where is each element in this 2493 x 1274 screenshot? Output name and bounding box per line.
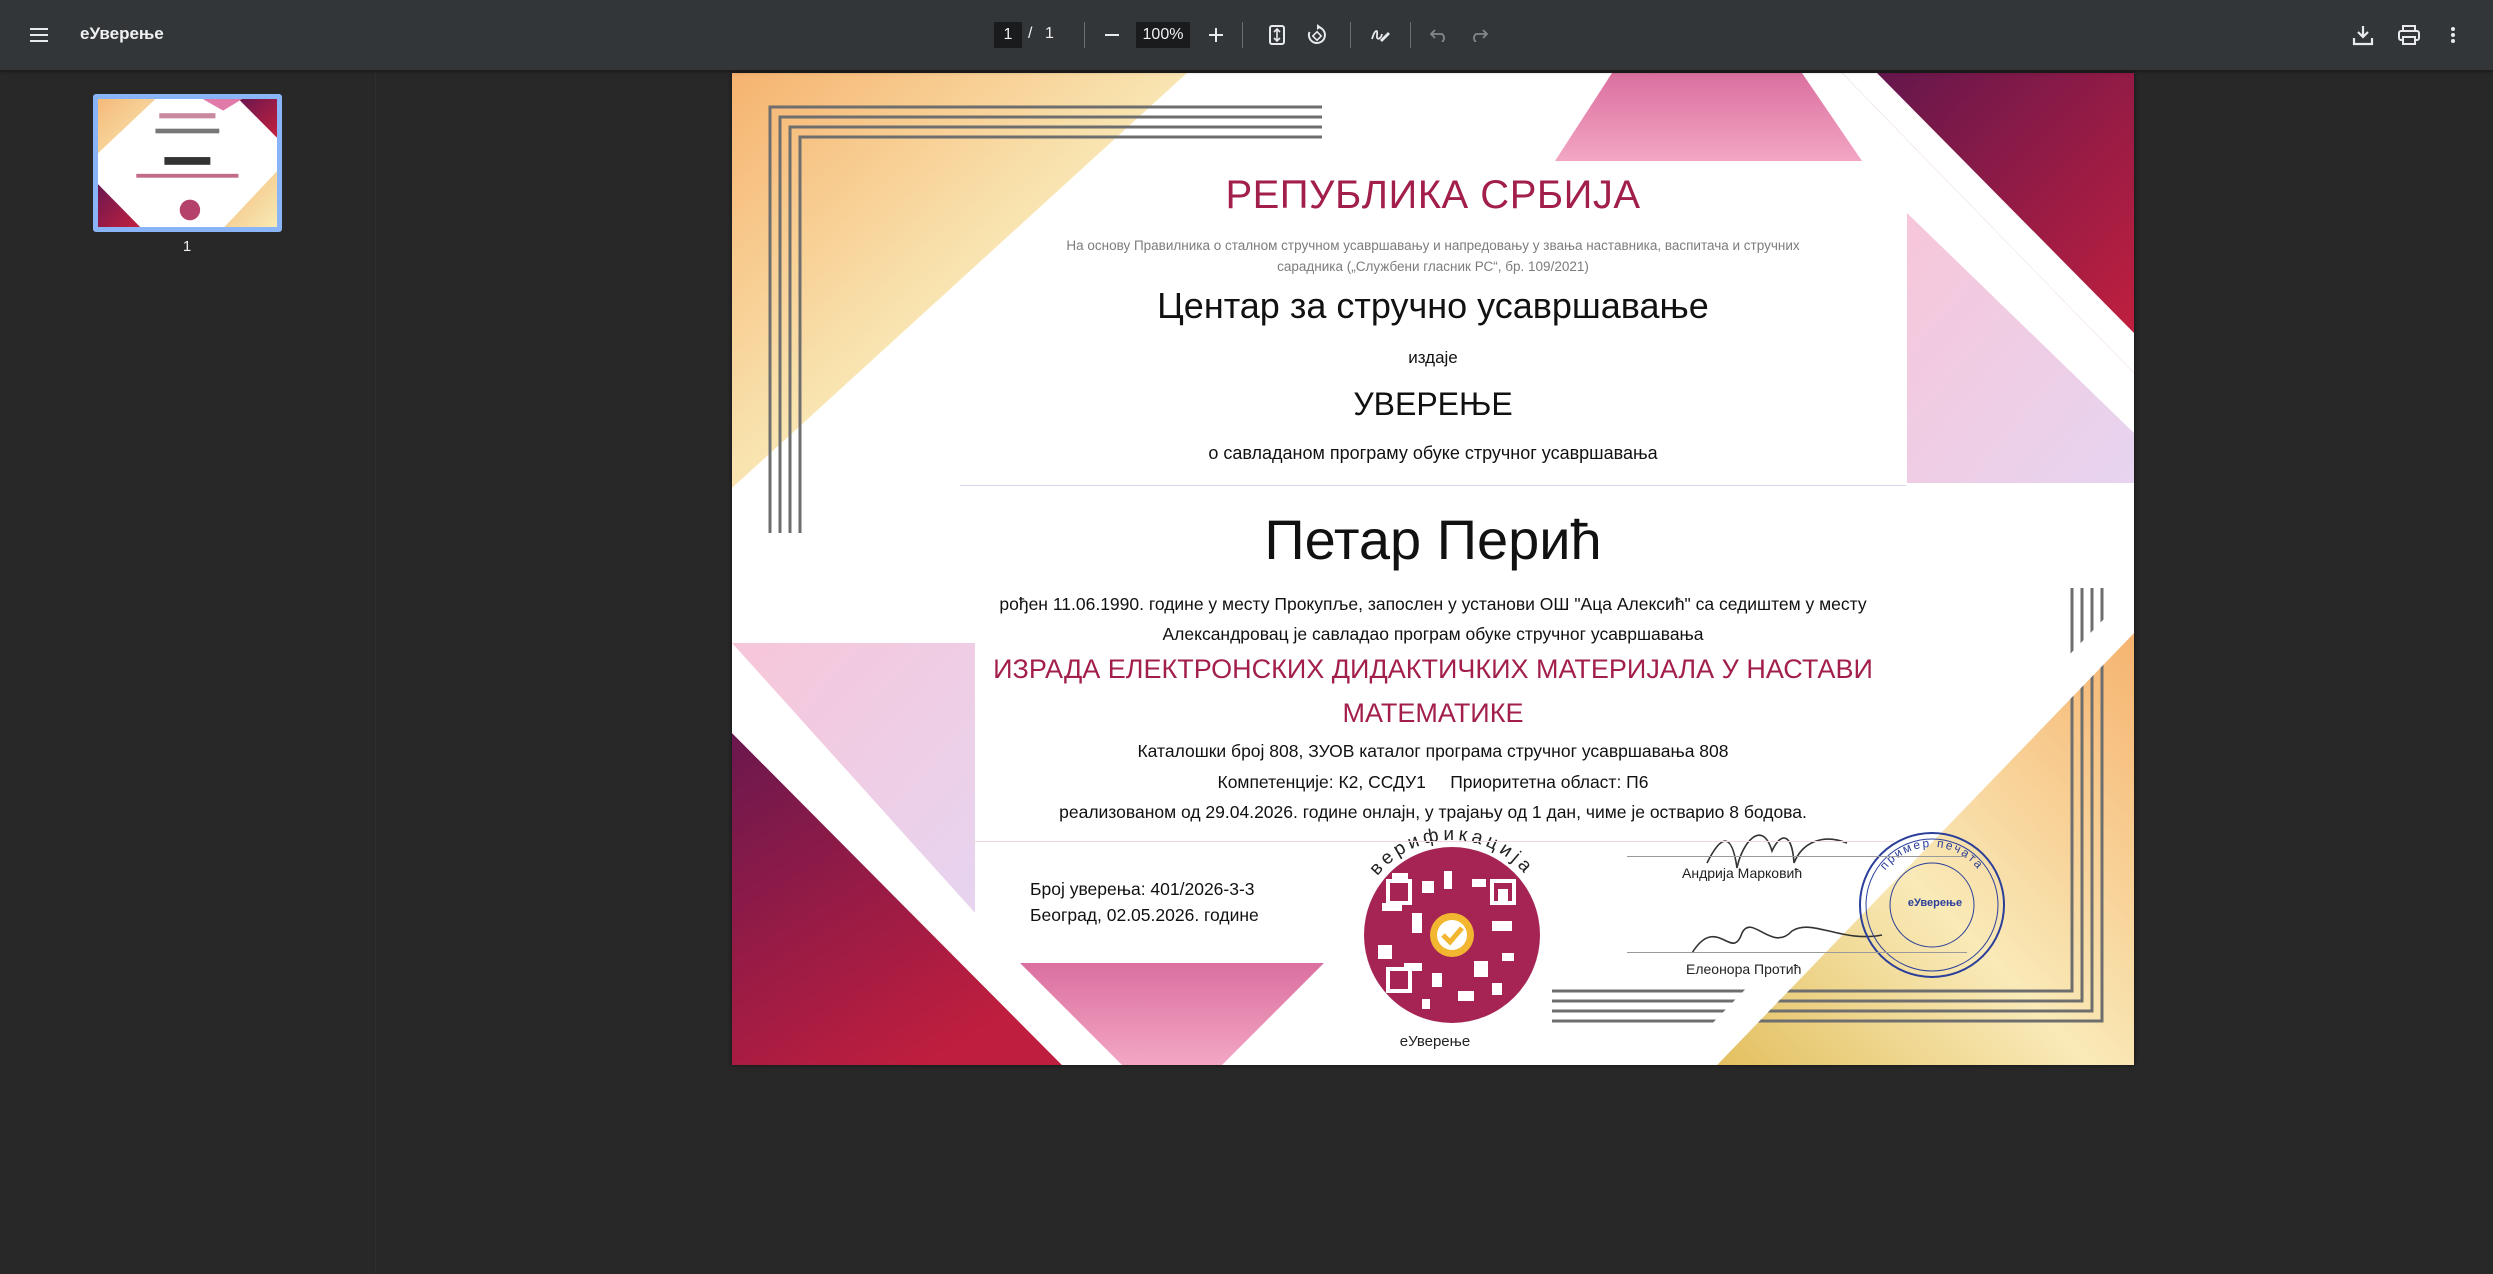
page-thumbnail[interactable] — [93, 94, 282, 232]
toolbar-divider — [1242, 22, 1243, 48]
thumbnail-sidebar: 1 — [0, 70, 376, 1274]
print-button[interactable] — [2392, 17, 2426, 53]
zoom-out-button[interactable] — [1098, 17, 1126, 53]
more-options-button[interactable] — [2440, 17, 2466, 53]
stamp-center-text: еУверење — [1907, 897, 1963, 909]
document-title: еУверење — [80, 24, 164, 43]
toolbar-divider — [1410, 22, 1411, 48]
rotate-icon — [1307, 24, 1326, 44]
download-button[interactable] — [2346, 17, 2380, 53]
recipient-bio: рођен 11.06.1990. године у месту Прокупљ… — [999, 594, 1867, 644]
signer-2-name: Елеонора Протић — [1686, 961, 1802, 977]
annotate-pen-icon — [1371, 30, 1390, 42]
page-separator: / — [1028, 25, 1033, 42]
verification-label: еУверење — [1399, 1033, 1471, 1050]
menu-icon — [30, 28, 48, 42]
fit-page-icon — [1269, 25, 1285, 45]
page-total: 1 — [1045, 25, 1054, 42]
redo-button[interactable] — [1464, 17, 1494, 53]
annotate-button[interactable] — [1366, 17, 1396, 53]
download-icon — [2352, 26, 2374, 46]
catalog-info: Каталошки број 808, ЗУОВ каталог програм… — [1137, 741, 1729, 761]
plus-icon — [1209, 28, 1223, 42]
signer-1-name: Андрија Марковић — [1682, 865, 1803, 881]
thumbnail-preview — [98, 99, 277, 227]
print-icon — [2398, 25, 2420, 45]
certificate-subtitle: о савладаном програму обуке стручног уса… — [1208, 443, 1658, 463]
document-viewer[interactable]: верификација пример печата РЕПУБЛИКА СРБ… — [377, 70, 2493, 1274]
redo-icon — [1473, 29, 1488, 42]
menu-button[interactable] — [22, 17, 58, 53]
certificate-legal-basis: На основу Правилника о сталном стручном … — [1066, 238, 1800, 274]
certificate-page: верификација пример печата РЕПУБЛИКА СРБ… — [732, 73, 2134, 1065]
thumbnail-page-number: 1 — [182, 238, 192, 255]
certificate-number: Број уверења: 401/2026-3-3 — [1030, 879, 1255, 899]
program-title: ИЗРАДА ЕЛЕКТРОНСКИХ ДИДАКТИЧКИХ МАТЕРИЈА… — [993, 654, 1873, 728]
certificate-organization: Центар за стручно усавршавање — [1157, 285, 1709, 326]
toolbar-divider — [1084, 22, 1085, 48]
certificate-republic-heading: РЕПУБЛИКА СРБИЈА — [1225, 173, 1641, 217]
zoom-in-button[interactable] — [1202, 17, 1230, 53]
certificate-place-date: Београд, 02.05.2026. године — [1030, 905, 1259, 925]
fit-page-button[interactable] — [1262, 17, 1292, 53]
competences-info: Компетенције: К2, ССДУ1 Приоритетна обла… — [1217, 772, 1649, 792]
page-number-input[interactable]: 1 — [994, 22, 1022, 48]
certificate-divider — [960, 485, 1906, 486]
zoom-input[interactable]: 100% — [1136, 22, 1190, 48]
certificate-issues-text: издаје — [1408, 348, 1458, 367]
certificate-title: УВЕРЕЊЕ — [1353, 386, 1513, 422]
recipient-name: Петар Перић — [1264, 508, 1602, 571]
certificate-divider-2 — [972, 841, 1894, 842]
rotate-button[interactable] — [1302, 17, 1332, 53]
undo-icon — [1430, 29, 1445, 42]
more-vert-icon — [2451, 27, 2455, 43]
undo-button[interactable] — [1424, 17, 1454, 53]
toolbar-divider — [1350, 22, 1351, 48]
pdf-toolbar: еУверење 1 / 1 100% — [0, 0, 2493, 70]
realization-info: реализованом од 29.04.2026. године онлај… — [1059, 802, 1807, 822]
minus-icon — [1105, 34, 1119, 36]
